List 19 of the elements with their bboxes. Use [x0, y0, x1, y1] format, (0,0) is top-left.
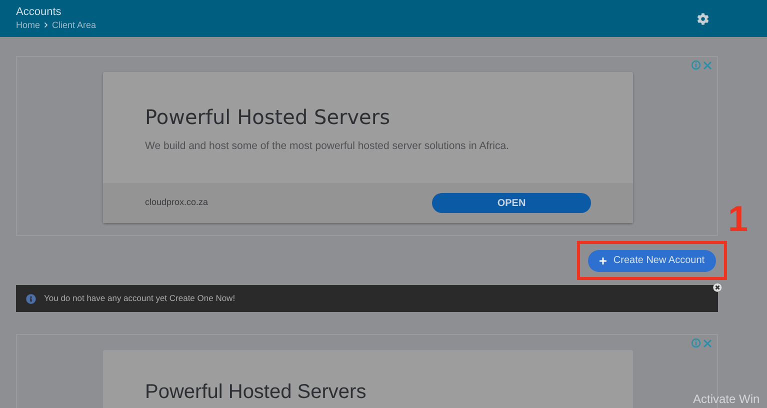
breadcrumb-link[interactable]: Home	[16, 19, 40, 31]
activation-watermark: Activate Win	[693, 391, 760, 408]
page-title: Accounts	[16, 6, 62, 19]
ad-description: We build and host some of the most powerful hosted server solutions in Africa.	[145, 139, 510, 154]
ad-domain: cloudprox.co.za	[145, 196, 208, 210]
create-account-button[interactable]: Create New Account	[588, 250, 716, 272]
step-number: 1	[728, 199, 748, 239]
close-icon[interactable]	[713, 283, 722, 292]
info-icon[interactable]	[691, 338, 701, 348]
chevron-icon	[43, 22, 50, 28]
ad-title: Powerful Hosted Servers	[145, 105, 391, 129]
ad-title: Powerful Hosted Servers	[145, 380, 368, 404]
info-icon[interactable]	[691, 60, 701, 70]
plus-icon	[599, 256, 608, 264]
alert-message: You do not have any account yet Create One Now!	[44, 292, 236, 305]
settings-icon[interactable]	[697, 12, 709, 24]
breadcrumb-link[interactable]: Client Area	[52, 19, 96, 31]
info-icon	[26, 294, 36, 304]
open-button[interactable]: OPEN	[432, 193, 591, 213]
